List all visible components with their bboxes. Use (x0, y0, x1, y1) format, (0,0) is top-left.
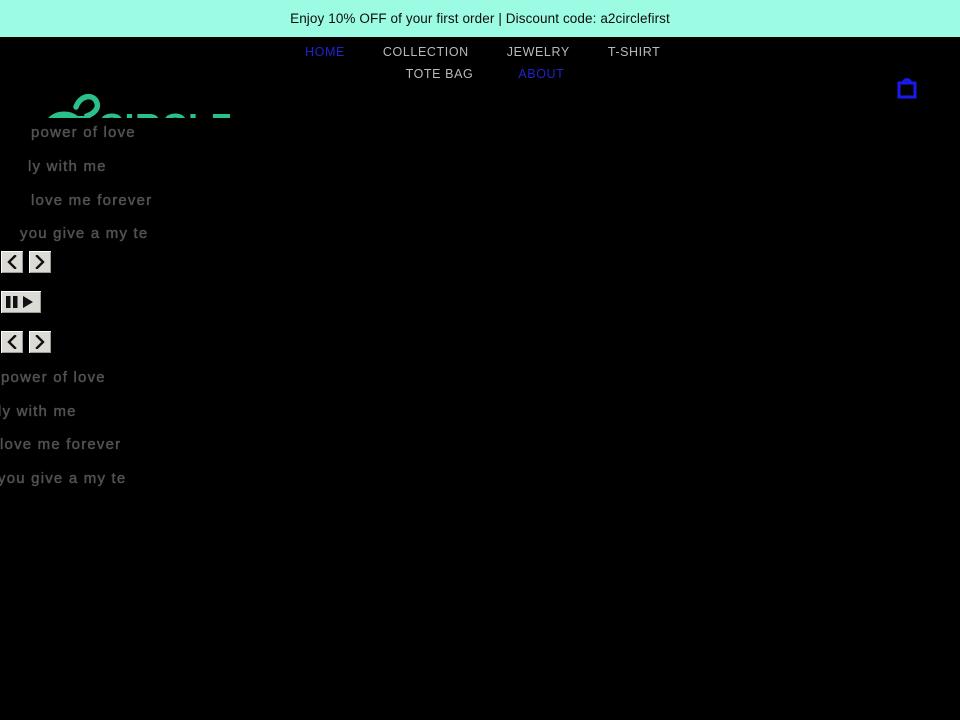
slideshow-previous-button[interactable] (0, 250, 24, 274)
nav-item-jewelry[interactable]: JEWELRY (507, 45, 570, 59)
slideshow-pause-play-button[interactable] (0, 290, 42, 314)
nav-item-collection[interactable]: COLLECTION (383, 45, 469, 59)
announcement-text: Enjoy 10% OFF of your first order | Disc… (290, 11, 670, 26)
nav-row-primary: HOME COLLECTION JEWELRY T-SHIRT (300, 45, 660, 59)
nav-item-tote-bag[interactable]: TOTE BAG (406, 67, 474, 81)
chevron-left-icon (7, 255, 17, 269)
shopping-bag-icon (897, 78, 917, 99)
cart-button[interactable] (896, 75, 918, 99)
hero-caption-line: power of love (1, 369, 106, 386)
slideshow-previous-button-alt[interactable] (0, 330, 24, 354)
slideshow-playback-row (0, 290, 52, 314)
nav-row-secondary: TOTE BAG ABOUT (300, 67, 660, 81)
hero-caption-line: you give a my te (20, 225, 149, 242)
chevron-right-icon (35, 255, 45, 269)
pause-play-icon (6, 296, 33, 308)
main-navigation: HOME COLLECTION JEWELRY T-SHIRT TOTE BAG… (300, 45, 660, 81)
slideshow-arrow-row-bottom (0, 330, 52, 354)
hero-caption-line: ly with me (28, 158, 107, 175)
slideshow-next-button-alt[interactable] (28, 330, 52, 354)
nav-item-about[interactable]: ABOUT (518, 67, 564, 81)
hero-caption-line: ly with me (0, 403, 77, 420)
hero-caption-line: love me forever (0, 436, 122, 453)
hero-caption-line: love me forever (31, 192, 153, 209)
hero-slideshow: power of love ly with me love me forever… (0, 118, 960, 720)
site-header: CIRCLE HOME COLLECTION JEWELRY T-SHIRT T… (0, 37, 960, 145)
chevron-left-icon (7, 335, 17, 349)
slideshow-next-button[interactable] (28, 250, 52, 274)
hero-caption-line: you give a my te (0, 470, 127, 487)
nav-item-home[interactable]: HOME (305, 45, 345, 59)
hero-caption-line: power of love (31, 124, 136, 141)
slideshow-controls (0, 250, 52, 354)
slideshow-arrow-row-top (0, 250, 52, 274)
nav-item-tshirt[interactable]: T-SHIRT (608, 45, 661, 59)
announcement-bar: Enjoy 10% OFF of your first order | Disc… (0, 0, 960, 37)
chevron-right-icon (35, 335, 45, 349)
